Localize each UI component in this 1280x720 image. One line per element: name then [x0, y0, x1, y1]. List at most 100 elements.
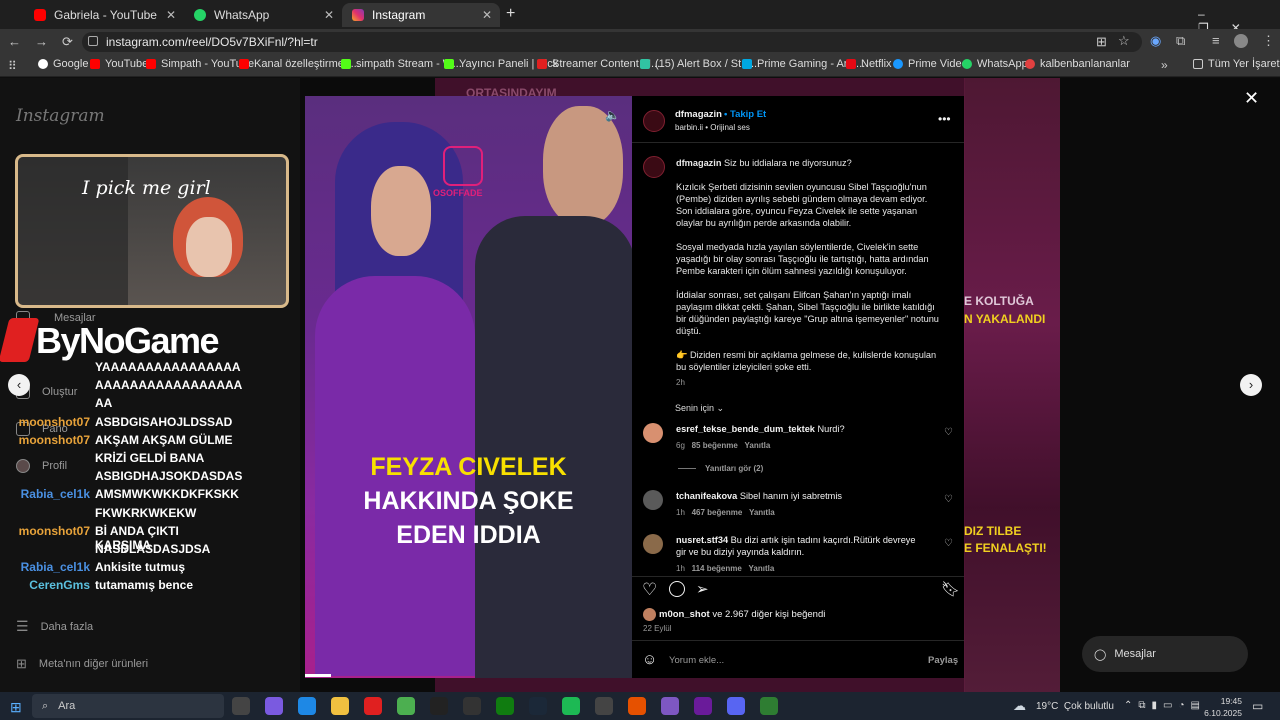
heart-icon[interactable]: ♡ — [944, 427, 953, 438]
bookmark-item[interactable]: Google — [38, 58, 88, 70]
comment-icon[interactable] — [669, 581, 685, 597]
bookmark-icon[interactable]: 🔖︎ — [941, 580, 960, 598]
commenter-avatar[interactable] — [643, 490, 663, 510]
tab-whatsapp[interactable]: WhatsApp ✕ — [184, 3, 342, 27]
likes-count[interactable]: 467 beğenme — [692, 508, 743, 517]
likes-count[interactable]: 85 beğenme — [692, 441, 738, 450]
chat-text: tutamamış bence — [95, 578, 194, 593]
like-icon[interactable]: ♡ — [642, 580, 657, 600]
app-icon[interactable] — [661, 697, 679, 715]
reply-button[interactable]: Yanıtla — [749, 508, 775, 517]
view-replies-button[interactable]: Yanıtları gör (2) — [705, 464, 763, 473]
tab-instagram[interactable]: Instagram ✕ — [342, 3, 500, 27]
heart-icon[interactable]: ♡ — [944, 538, 953, 549]
profile-avatar[interactable] — [1234, 34, 1248, 48]
install-icon[interactable]: ⊞ — [1096, 34, 1107, 50]
bookmark-item[interactable]: Simpath - YouTube — [146, 58, 254, 70]
discord-icon[interactable] — [727, 697, 745, 715]
weather-icon[interactable]: ☁ — [1013, 698, 1026, 714]
spotify-icon[interactable] — [562, 697, 580, 715]
app-icon[interactable] — [628, 697, 646, 715]
opera-icon[interactable] — [364, 697, 382, 715]
clock-time[interactable]: 19:45 — [1204, 696, 1242, 706]
share-icon[interactable]: ➢ — [696, 580, 709, 598]
explorer-icon[interactable] — [331, 697, 349, 715]
bookmark-item[interactable]: Prime Video — [893, 58, 968, 70]
epic-games-icon[interactable] — [430, 697, 448, 715]
post-comment-button[interactable]: Paylaş — [928, 655, 958, 666]
star-icon[interactable]: ☆ — [1118, 33, 1130, 49]
app-icon[interactable] — [463, 697, 481, 715]
likes-summary[interactable]: m0on_shot ve 2.967 diğer kişi beğendi — [659, 609, 825, 620]
chat-message: FKWKRKWKEKW — [0, 506, 300, 520]
taskbar-search[interactable]: ⌕ Ara — [32, 694, 224, 718]
all-bookmarks[interactable]: Tüm Yer İşaretleri — [1193, 58, 1280, 70]
nav-more[interactable]: ☰ Daha fazla — [16, 618, 93, 635]
new-tab-button[interactable]: + — [506, 5, 515, 23]
close-icon[interactable]: ✕ — [482, 8, 492, 22]
reply-button[interactable]: Yanıtla — [745, 441, 771, 450]
video-progress[interactable] — [305, 674, 331, 677]
site-info-icon[interactable] — [88, 36, 98, 46]
commenter-name[interactable]: nusret.stf34 — [676, 535, 728, 545]
bookmark-item[interactable]: YouTube — [90, 58, 148, 70]
comment-input[interactable]: Yorum ekle... — [669, 655, 724, 666]
heart-icon[interactable]: ♡ — [944, 494, 953, 505]
notification-icon[interactable]: ▭ — [1252, 699, 1263, 713]
bookmark-item[interactable]: WhatsApp — [962, 58, 1028, 70]
commenter-name[interactable]: esref_tekse_bende_dum_tektek — [676, 424, 815, 434]
bookmark-item[interactable]: Netflix — [846, 58, 892, 70]
instagram-logo[interactable]: Instagram — [16, 106, 105, 126]
author-name[interactable]: dfmagazin — [675, 109, 722, 120]
weather-widget[interactable]: 19°C Çok bulutlu — [1036, 701, 1114, 712]
more-bookmarks-icon[interactable]: » — [1161, 58, 1168, 72]
app-icon[interactable] — [694, 697, 712, 715]
more-options-icon[interactable]: ••• — [938, 112, 951, 126]
emoji-icon[interactable]: ☺ — [642, 651, 657, 668]
follow-button[interactable]: • Takip Et — [724, 109, 766, 120]
app-icon[interactable] — [760, 697, 778, 715]
chat-message: AAAAAAAAAAAAAAAAA — [0, 378, 300, 392]
start-icon[interactable]: ⊞ — [10, 699, 22, 716]
reply-button[interactable]: Yanıtla — [749, 564, 775, 573]
nav-meta-products[interactable]: ⊞ Meta'nın diğer ürünleri — [16, 656, 148, 672]
volume-icon[interactable]: 🔈 — [605, 108, 620, 122]
likes-count[interactable]: 114 beğenme — [692, 564, 742, 573]
copilot-icon[interactable] — [265, 697, 283, 715]
commenter-avatar[interactable] — [643, 534, 663, 554]
menu-icon[interactable]: ⋮ — [1262, 33, 1275, 49]
xbox-icon[interactable] — [496, 697, 514, 715]
next-post-button[interactable]: › — [1240, 374, 1262, 396]
url-input[interactable]: instagram.com/reel/DO5v7BXiFnl/?hl=tr — [82, 32, 1142, 52]
sort-comments[interactable]: Senin için ⌄ — [675, 403, 724, 414]
close-icon[interactable]: ✕ — [1244, 88, 1259, 109]
chat-username — [0, 542, 95, 556]
task-view-icon[interactable] — [232, 697, 250, 715]
apps-icon[interactable]: ⠿ — [8, 59, 17, 73]
audio-info[interactable]: barbin.ii • Orijinal ses — [675, 123, 750, 132]
chat-username: moonshot07 — [18, 432, 90, 447]
nav-buttons[interactable]: ←→⟳ — [8, 34, 87, 50]
media-icon[interactable]: ≡ — [1212, 33, 1220, 48]
prev-post-button[interactable]: ‹ — [8, 374, 30, 396]
clock-date[interactable]: 6.10.2025 — [1198, 708, 1242, 718]
commenter-avatar[interactable] — [643, 423, 663, 443]
steam-icon[interactable] — [529, 697, 547, 715]
system-tray-icons[interactable]: ⌃⧉▮▭◔▤ — [1124, 700, 1206, 711]
author-avatar[interactable] — [643, 110, 665, 132]
commenter-name[interactable]: tchanifeakova — [676, 491, 737, 501]
streamer-face — [186, 217, 232, 277]
edge-icon[interactable] — [298, 697, 316, 715]
post-media[interactable]: OSOFFADE FEYZA CIVELEK HAKKINDA ŞOKE EDE… — [305, 96, 632, 678]
app-icon[interactable] — [595, 697, 613, 715]
background-text: N YAKALANDI — [964, 312, 1046, 326]
messages-pill[interactable]: ◯ Mesajlar — [1082, 636, 1248, 672]
close-icon[interactable]: ✕ — [324, 8, 334, 22]
close-icon[interactable]: ✕ — [166, 8, 176, 22]
bookmark-item[interactable]: kalbenbanlananlar — [1025, 58, 1130, 70]
extension-icon[interactable]: ◉ — [1150, 33, 1161, 49]
chrome-icon[interactable] — [397, 697, 415, 715]
puzzle-icon[interactable]: ⧉ — [1176, 33, 1185, 49]
divider — [632, 576, 964, 577]
tab-youtube[interactable]: Gabriela - YouTube ✕ — [24, 3, 184, 27]
